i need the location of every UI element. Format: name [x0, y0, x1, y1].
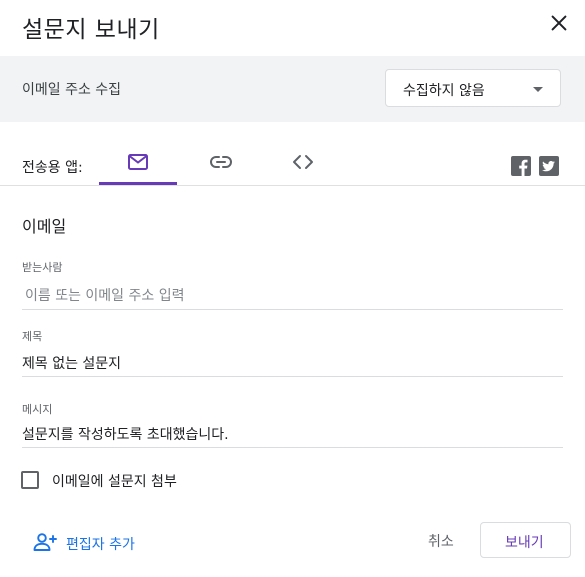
collect-email-label: 이메일 주소 수집	[22, 82, 122, 98]
recipients-input[interactable]	[22, 282, 563, 310]
subject-input[interactable]	[22, 349, 563, 377]
caret-down-icon	[533, 87, 543, 92]
message-input[interactable]	[22, 420, 563, 448]
facebook-share-button[interactable]	[511, 156, 531, 176]
recipients-label: 받는사람	[22, 261, 63, 274]
twitter-share-button[interactable]	[539, 156, 559, 176]
message-label: 메시지	[22, 403, 53, 416]
close-button[interactable]	[548, 12, 570, 34]
collect-email-dropdown[interactable]: 수집하지 않음	[385, 69, 561, 107]
send-button-label: 보내기	[505, 535, 544, 551]
close-icon	[551, 15, 567, 31]
subject-label: 제목	[22, 330, 43, 343]
add-editors-label: 편집자 추가	[66, 537, 135, 553]
twitter-icon	[539, 156, 559, 176]
embed-code-icon	[293, 155, 313, 169]
include-form-label: 이메일에 설문지 첨부	[52, 474, 177, 490]
cancel-button[interactable]: 취소	[420, 522, 464, 558]
include-form-checkbox[interactable]	[21, 471, 39, 489]
link-icon	[210, 156, 232, 168]
dropdown-selected-value: 수집하지 않음	[403, 83, 485, 99]
send-via-label: 전송용 앱:	[22, 160, 83, 176]
person-add-icon	[33, 533, 57, 551]
tab-embed[interactable]	[279, 144, 325, 184]
facebook-icon	[511, 156, 531, 176]
tabs-divider	[0, 185, 585, 186]
send-button[interactable]: 보내기	[480, 522, 571, 558]
email-section-title: 이메일	[22, 217, 67, 236]
tab-link[interactable]	[197, 144, 243, 184]
tab-email[interactable]	[115, 144, 161, 184]
cancel-button-label: 취소	[428, 534, 454, 550]
dialog-title: 설문지 보내기	[22, 17, 160, 43]
email-icon	[128, 154, 148, 170]
